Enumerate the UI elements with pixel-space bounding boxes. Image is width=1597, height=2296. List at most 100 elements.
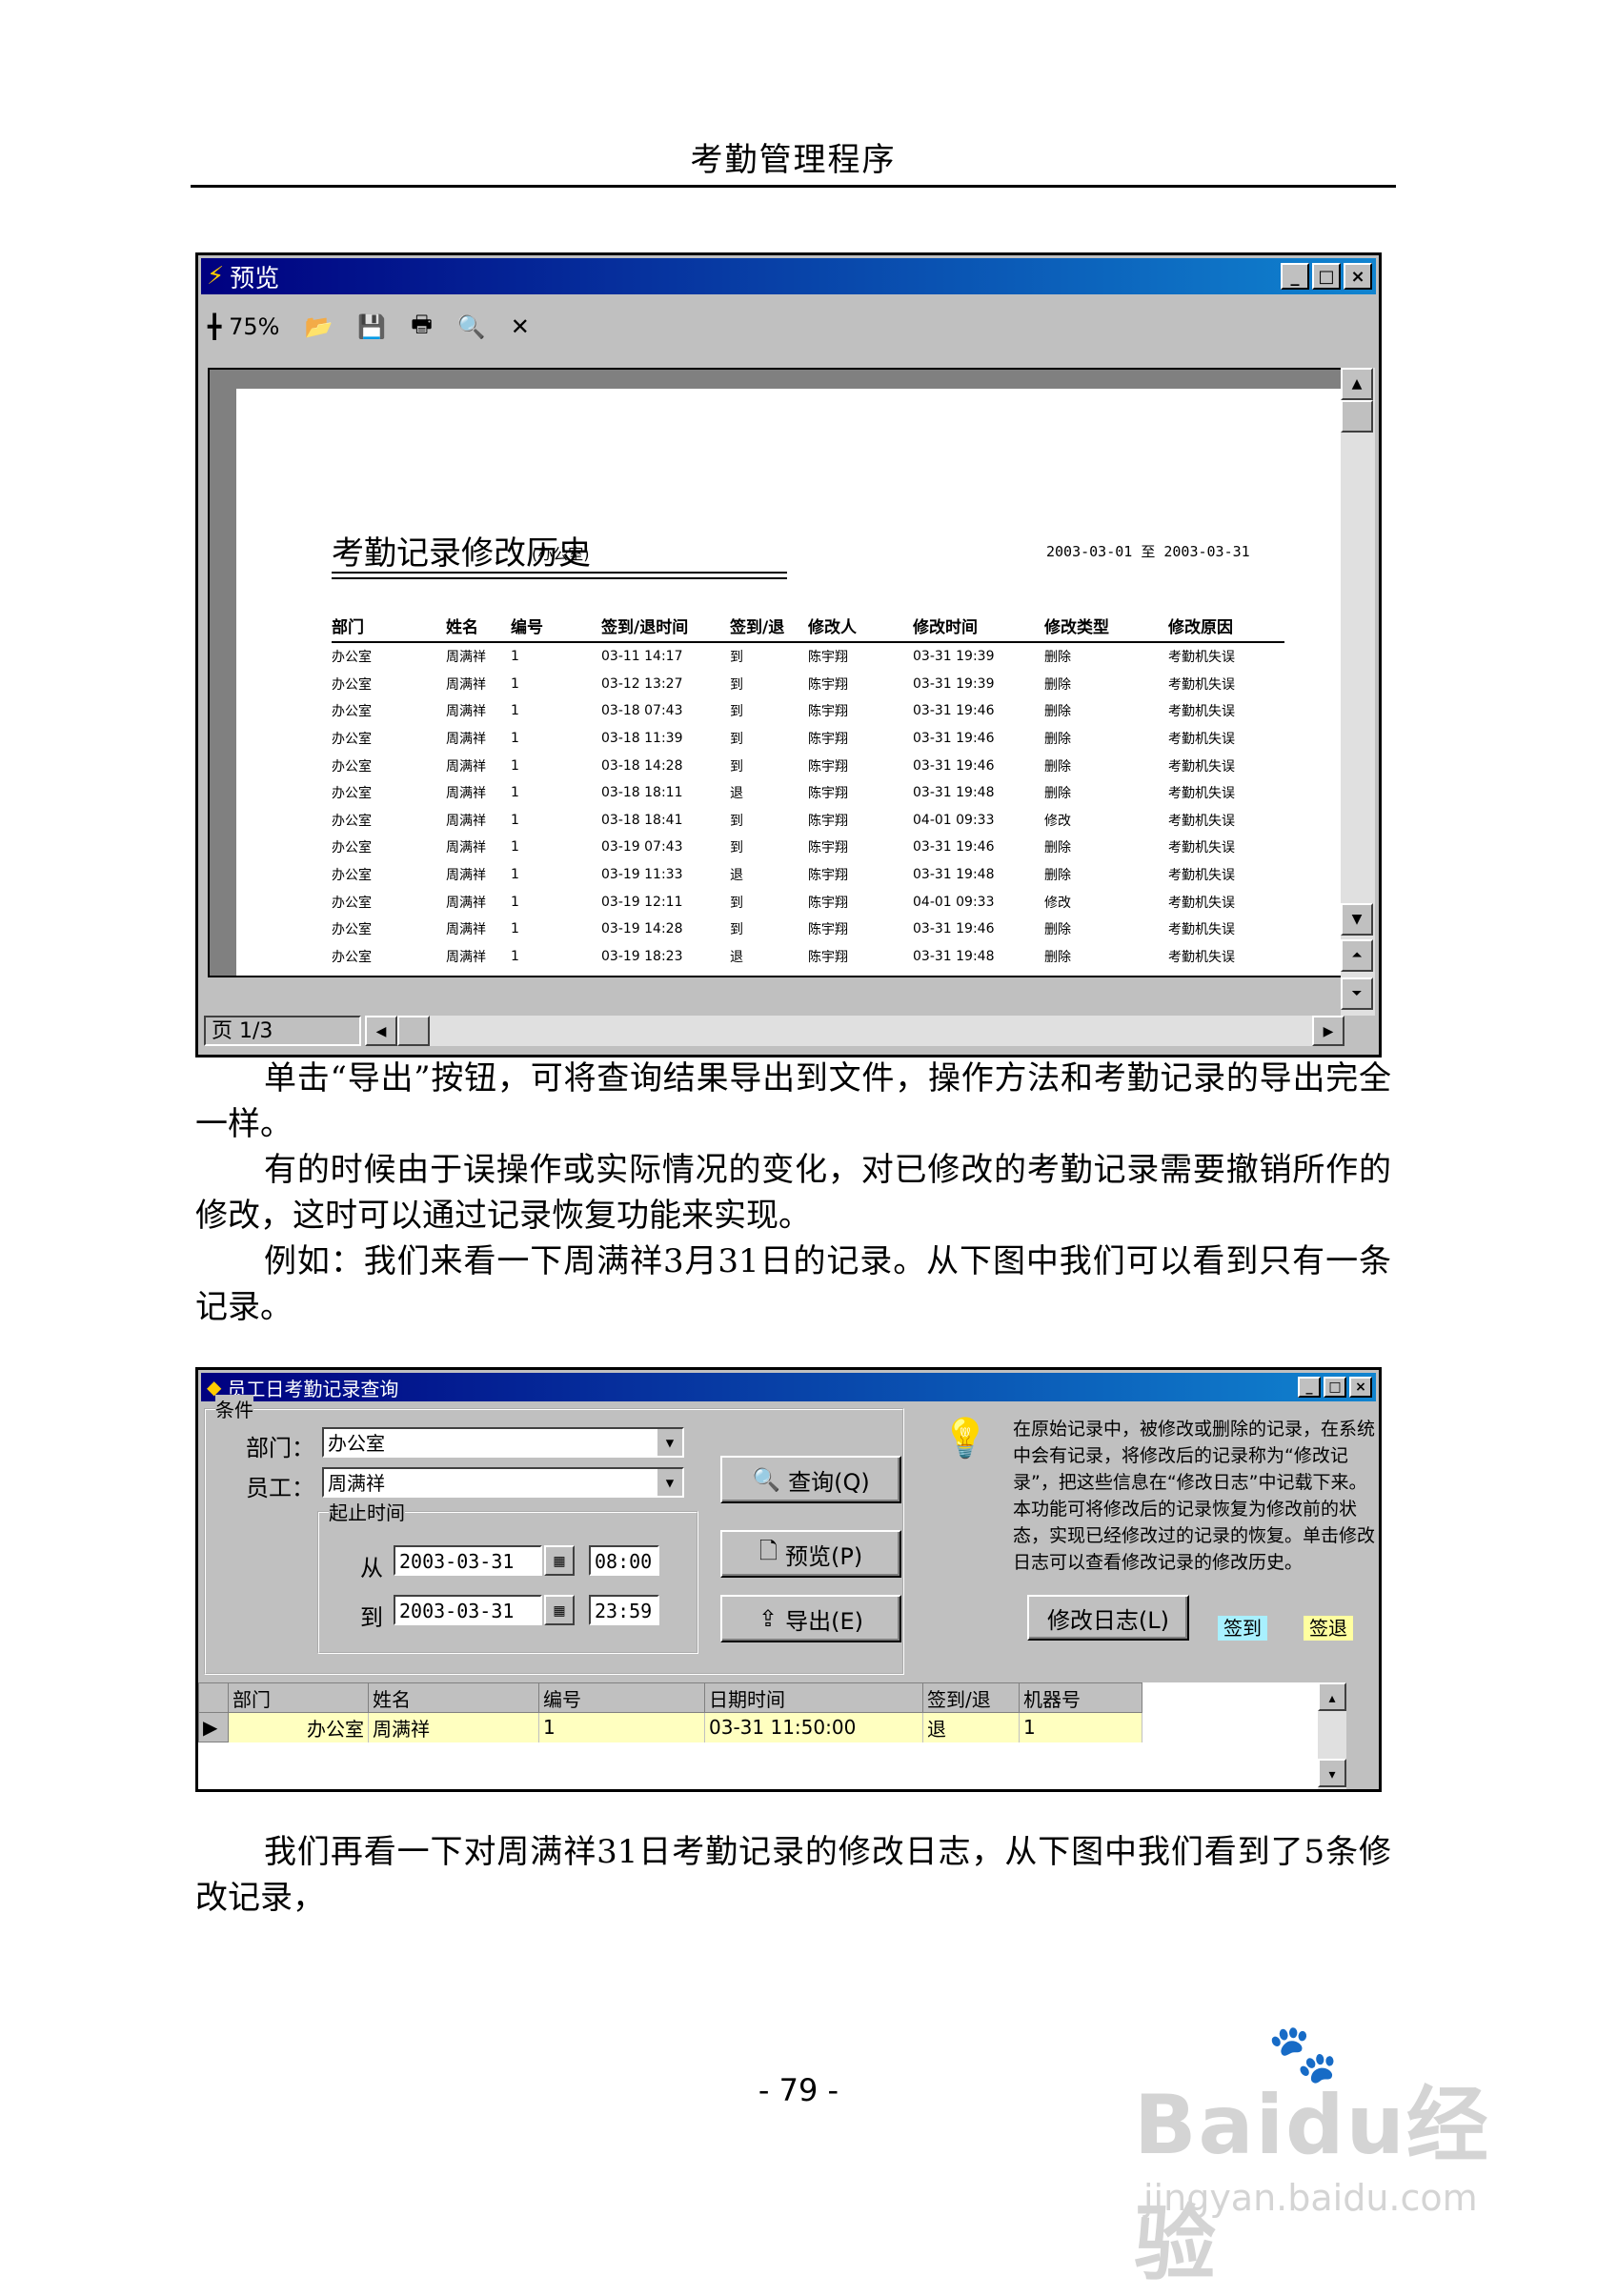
query-button[interactable]: 🔍 查询(Q) — [720, 1456, 901, 1503]
report-cell: 陈宇翔 — [808, 676, 848, 693]
report-cell: 03-31 19:46 — [913, 757, 995, 774]
scroll-up-button[interactable]: ▲ — [1341, 368, 1373, 400]
report-row: 办公室 周满祥 1 03-18 11:39 到 陈宇翔 03-31 19:46 删除 考勤机失误 — [332, 725, 1284, 753]
lightbulb-icon: 💡 — [941, 1417, 989, 1460]
report-cell: 退 — [730, 868, 743, 884]
chevron-down-icon[interactable]: ▼ — [656, 1429, 682, 1456]
report-cell: 周满祥 — [446, 650, 486, 666]
report-cell: 办公室 — [332, 868, 372, 884]
maximize-button[interactable]: □ — [1312, 263, 1341, 290]
query-titlebar: ◆ 员工日考勤记录查询 _ □ × — [201, 1373, 1376, 1401]
report-cell: 03-19 11:33 — [601, 867, 683, 883]
preview-icon: 🗋 — [758, 1537, 778, 1564]
report-cell: 1 — [511, 894, 519, 910]
report-cell: 考勤机失误 — [1168, 868, 1235, 884]
report-cell: 退 — [730, 786, 743, 802]
report-cell: 修改 — [1044, 813, 1071, 829]
scroll-down-button[interactable]: ▼ — [1341, 903, 1373, 936]
report-cell: 考勤机失误 — [1168, 704, 1235, 720]
zoom-icon: ╋ — [208, 313, 222, 340]
query-close-button[interactable]: × — [1349, 1377, 1372, 1398]
from-label: 从 — [360, 1555, 383, 1581]
query-minimize-button[interactable]: _ — [1298, 1377, 1321, 1398]
grid-header[interactable]: 姓名 — [368, 1682, 539, 1713]
grid-cell[interactable]: 1 — [538, 1712, 705, 1742]
grid-header[interactable]: 部门 — [228, 1682, 369, 1713]
report-cell: 办公室 — [332, 840, 372, 856]
report-cell: 03-18 14:28 — [601, 757, 683, 774]
to-time-input[interactable]: 23:59 — [589, 1595, 659, 1625]
calendar-icon[interactable]: ▦ — [544, 1545, 575, 1576]
modification-log-button[interactable]: 修改日志(L) — [1027, 1595, 1189, 1641]
grid-cell[interactable]: 办公室 — [228, 1712, 369, 1742]
scroll-right-button[interactable]: ▶ — [1312, 1016, 1344, 1046]
row-pointer-icon: ▶ — [198, 1712, 229, 1742]
grid-scroll-up-button[interactable]: ▴ — [1318, 1682, 1346, 1711]
dept-select[interactable]: 办公室 ▼ — [322, 1427, 684, 1458]
grid-header[interactable]: 日期时间 — [704, 1682, 923, 1713]
find-icon[interactable]: 🔍 — [457, 313, 486, 340]
report-cell: 03-19 14:28 — [601, 921, 683, 937]
open-folder-icon[interactable]: 📂 — [304, 313, 333, 340]
grid-header[interactable]: 机器号 — [1019, 1682, 1142, 1713]
from-time-input[interactable]: 08:00 — [589, 1545, 659, 1576]
report-cell: 周满祥 — [446, 970, 511, 976]
report-cell: 考勤机失误 — [1168, 758, 1235, 775]
paragraph-export: 单击“导出”按钮，可将查询结果导出到文件，操作方法和考勤记录的导出完全一样。 — [195, 1059, 1391, 1143]
horizontal-scrollbar[interactable]: ◀ ▶ — [365, 1016, 1344, 1046]
grid-vertical-scrollbar[interactable]: ▴ ▾ — [1318, 1682, 1346, 1789]
close-button[interactable]: × — [1344, 263, 1372, 290]
report-cell: 删除 — [1044, 704, 1071, 720]
report-cell: 陈宇翔 — [808, 758, 848, 775]
grid-cell[interactable]: 1 — [1019, 1712, 1142, 1742]
report-cell: 03-11 14:17 — [601, 649, 683, 665]
zoom-control[interactable]: ╋ 75% — [208, 313, 279, 340]
print-icon[interactable]: 🖶 — [411, 308, 433, 347]
report-cell: 考勤机失误 — [1168, 813, 1235, 829]
report-cell: 陈宇翔 — [808, 786, 848, 802]
chevron-down-icon[interactable]: ▼ — [656, 1469, 682, 1496]
minimize-button[interactable]: _ — [1281, 263, 1309, 290]
calendar-icon[interactable]: ▦ — [544, 1595, 575, 1625]
grid-header[interactable]: 签到/退 — [922, 1682, 1020, 1713]
grid-cell[interactable]: 周满祥 — [368, 1712, 539, 1742]
report-column-header: 签到/退 — [730, 614, 808, 643]
report-cell: 陈宇翔 — [808, 868, 848, 884]
preview-button[interactable]: 🗋 预览(P) — [720, 1530, 901, 1578]
report-cell: 04-01 09:33 — [913, 812, 995, 828]
report-cell: 办公室 — [332, 758, 372, 775]
preview-titlebar: ⚡ 预览 _ □ × — [201, 258, 1376, 294]
table-row[interactable]: ▶ 办公室 周满祥 1 03-31 11:50:00 退 1 — [198, 1712, 1142, 1742]
report-cell: 04-01 09:33 — [913, 894, 995, 910]
grid-cell[interactable]: 退 — [922, 1712, 1020, 1742]
report-row: 办公室 周满祥 1 03-19 12:11 到 陈宇翔 04-01 09:33 修改 考勤机失误 — [332, 888, 1284, 916]
report-cell: 03-19 18:23 — [601, 948, 683, 964]
report-cell: 办公室 — [332, 895, 372, 911]
report-cell: 03-31 19:39 — [913, 675, 995, 692]
condition-group-label: 条件 — [215, 1395, 253, 1422]
scroll-left-button[interactable]: ◀ — [365, 1016, 397, 1046]
hscroll-thumb[interactable] — [397, 1016, 430, 1046]
report-cell: 周满祥 — [446, 840, 486, 856]
next-page-button[interactable]: ⏷ — [1341, 977, 1373, 1010]
from-date-input[interactable]: 2003-03-31 — [394, 1545, 542, 1576]
grid-header[interactable]: 编号 — [538, 1682, 705, 1713]
query-maximize-button[interactable]: □ — [1324, 1377, 1346, 1398]
prev-page-button[interactable]: ⏶ — [1341, 939, 1373, 972]
close-preview-icon[interactable]: ✕ — [511, 313, 530, 340]
employee-label: 员工： — [246, 1475, 314, 1501]
grid-scroll-down-button[interactable]: ▾ — [1318, 1759, 1346, 1787]
scroll-thumb[interactable] — [1341, 400, 1373, 433]
report-cell: 考勤机失误 — [1168, 840, 1235, 856]
vertical-scrollbar[interactable]: ▲ ▼ ⏶ ⏷ — [1341, 368, 1375, 1016]
export-button[interactable]: ⇪ 导出(E) — [720, 1595, 901, 1642]
report-cell: 周满祥 — [446, 786, 486, 802]
results-grid: 部门 姓名 编号 日期时间 签到/退 机器号 ▶ 办公室 周满祥 1 03-31… — [198, 1682, 1346, 1789]
to-date-input[interactable]: 2003-03-31 — [394, 1595, 542, 1625]
report-cell: 03-18 11:39 — [601, 731, 683, 747]
save-icon[interactable]: 💾 — [357, 313, 386, 340]
grid-cell[interactable]: 03-31 11:50:00 — [704, 1712, 923, 1742]
preview-canvas: 考勤记录修改历史 (办公室) 2003-03-01 至 2003-03-31 部… — [208, 368, 1349, 977]
header-rule — [191, 185, 1396, 188]
employee-select[interactable]: 周满祥 ▼ — [322, 1467, 684, 1498]
